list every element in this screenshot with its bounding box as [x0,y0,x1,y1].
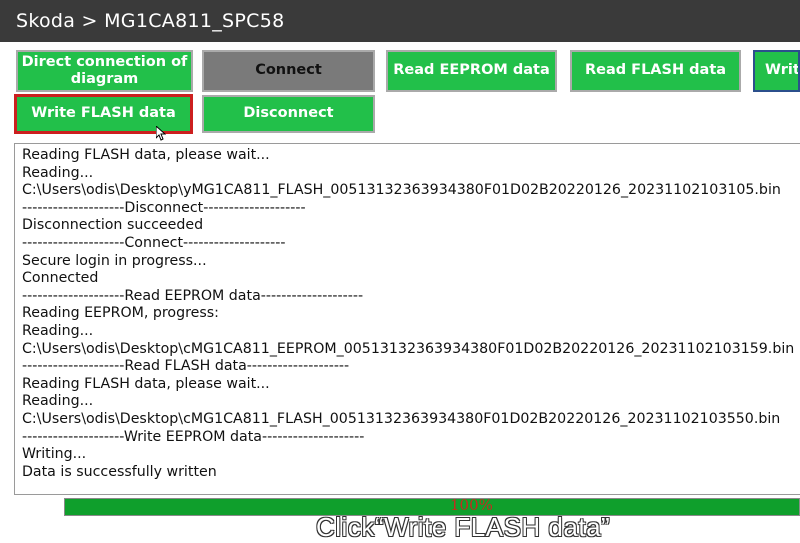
mouse-cursor-icon [156,126,166,141]
video-caption: Click“Write FLASH data” [316,512,611,542]
write-flash-button[interactable]: Write FLASH data [14,94,193,134]
log-line: C:\Users\odis\Desktop\yMG1CA811_FLASH_00… [22,182,781,199]
disconnect-label: Disconnect [243,105,334,122]
log-line: Data is successfully written [22,463,217,480]
log-line: C:\Users\odis\Desktop\cMG1CA811_FLASH_00… [22,410,781,427]
log-line: --------------------Connect-------------… [22,234,286,251]
connect-label: Connect [255,62,322,79]
direct-connection-button[interactable]: Direct connection of diagram [16,50,193,92]
direct-connection-label: Direct connection of diagram [21,53,188,87]
read-flash-label: Read FLASH data [584,62,727,79]
write-eeprom-button[interactable]: Write EEPROM data [753,50,800,92]
log-line: Reading... [22,164,94,181]
log-line: --------------------Read EEPROM data----… [22,287,364,304]
read-flash-button[interactable]: Read FLASH data [570,50,741,92]
write-eeprom-label: Write EEPROM data [765,62,800,79]
log-line: Reading FLASH data, please wait... [22,375,270,392]
title-bar: Skoda > MG1CA811_SPC58 [0,0,800,42]
read-eeprom-button[interactable]: Read EEPROM data [386,50,557,92]
window-title: Skoda > MG1CA811_SPC58 [16,10,285,32]
connect-button[interactable]: Connect [202,50,375,92]
log-output[interactable]: Reading FLASH data, please wait... Readi… [14,143,800,495]
disconnect-button[interactable]: Disconnect [202,95,375,133]
log-line: C:\Users\odis\Desktop\cMG1CA811_EEPROM_0… [22,340,795,357]
log-line: Disconnection succeeded [22,217,204,234]
log-line: Writing... [22,446,87,463]
log-line: Reading EEPROM, progress: [22,305,219,322]
read-eeprom-label: Read EEPROM data [393,62,550,79]
log-line: --------------------Read FLASH data-----… [22,358,350,375]
log-line: Reading FLASH data, please wait... [22,147,270,163]
log-line: Reading... [22,322,94,339]
log-line: Connected [22,270,99,287]
log-line: --------------------Write EEPROM data---… [22,428,365,445]
write-flash-label: Write FLASH data [31,105,176,122]
toolbar: Direct connection of diagram Connect Rea… [0,42,800,138]
log-line: Secure login in progress... [22,252,207,269]
log-line: Reading... [22,393,94,410]
log-line: --------------------Disconnect----------… [22,199,306,216]
